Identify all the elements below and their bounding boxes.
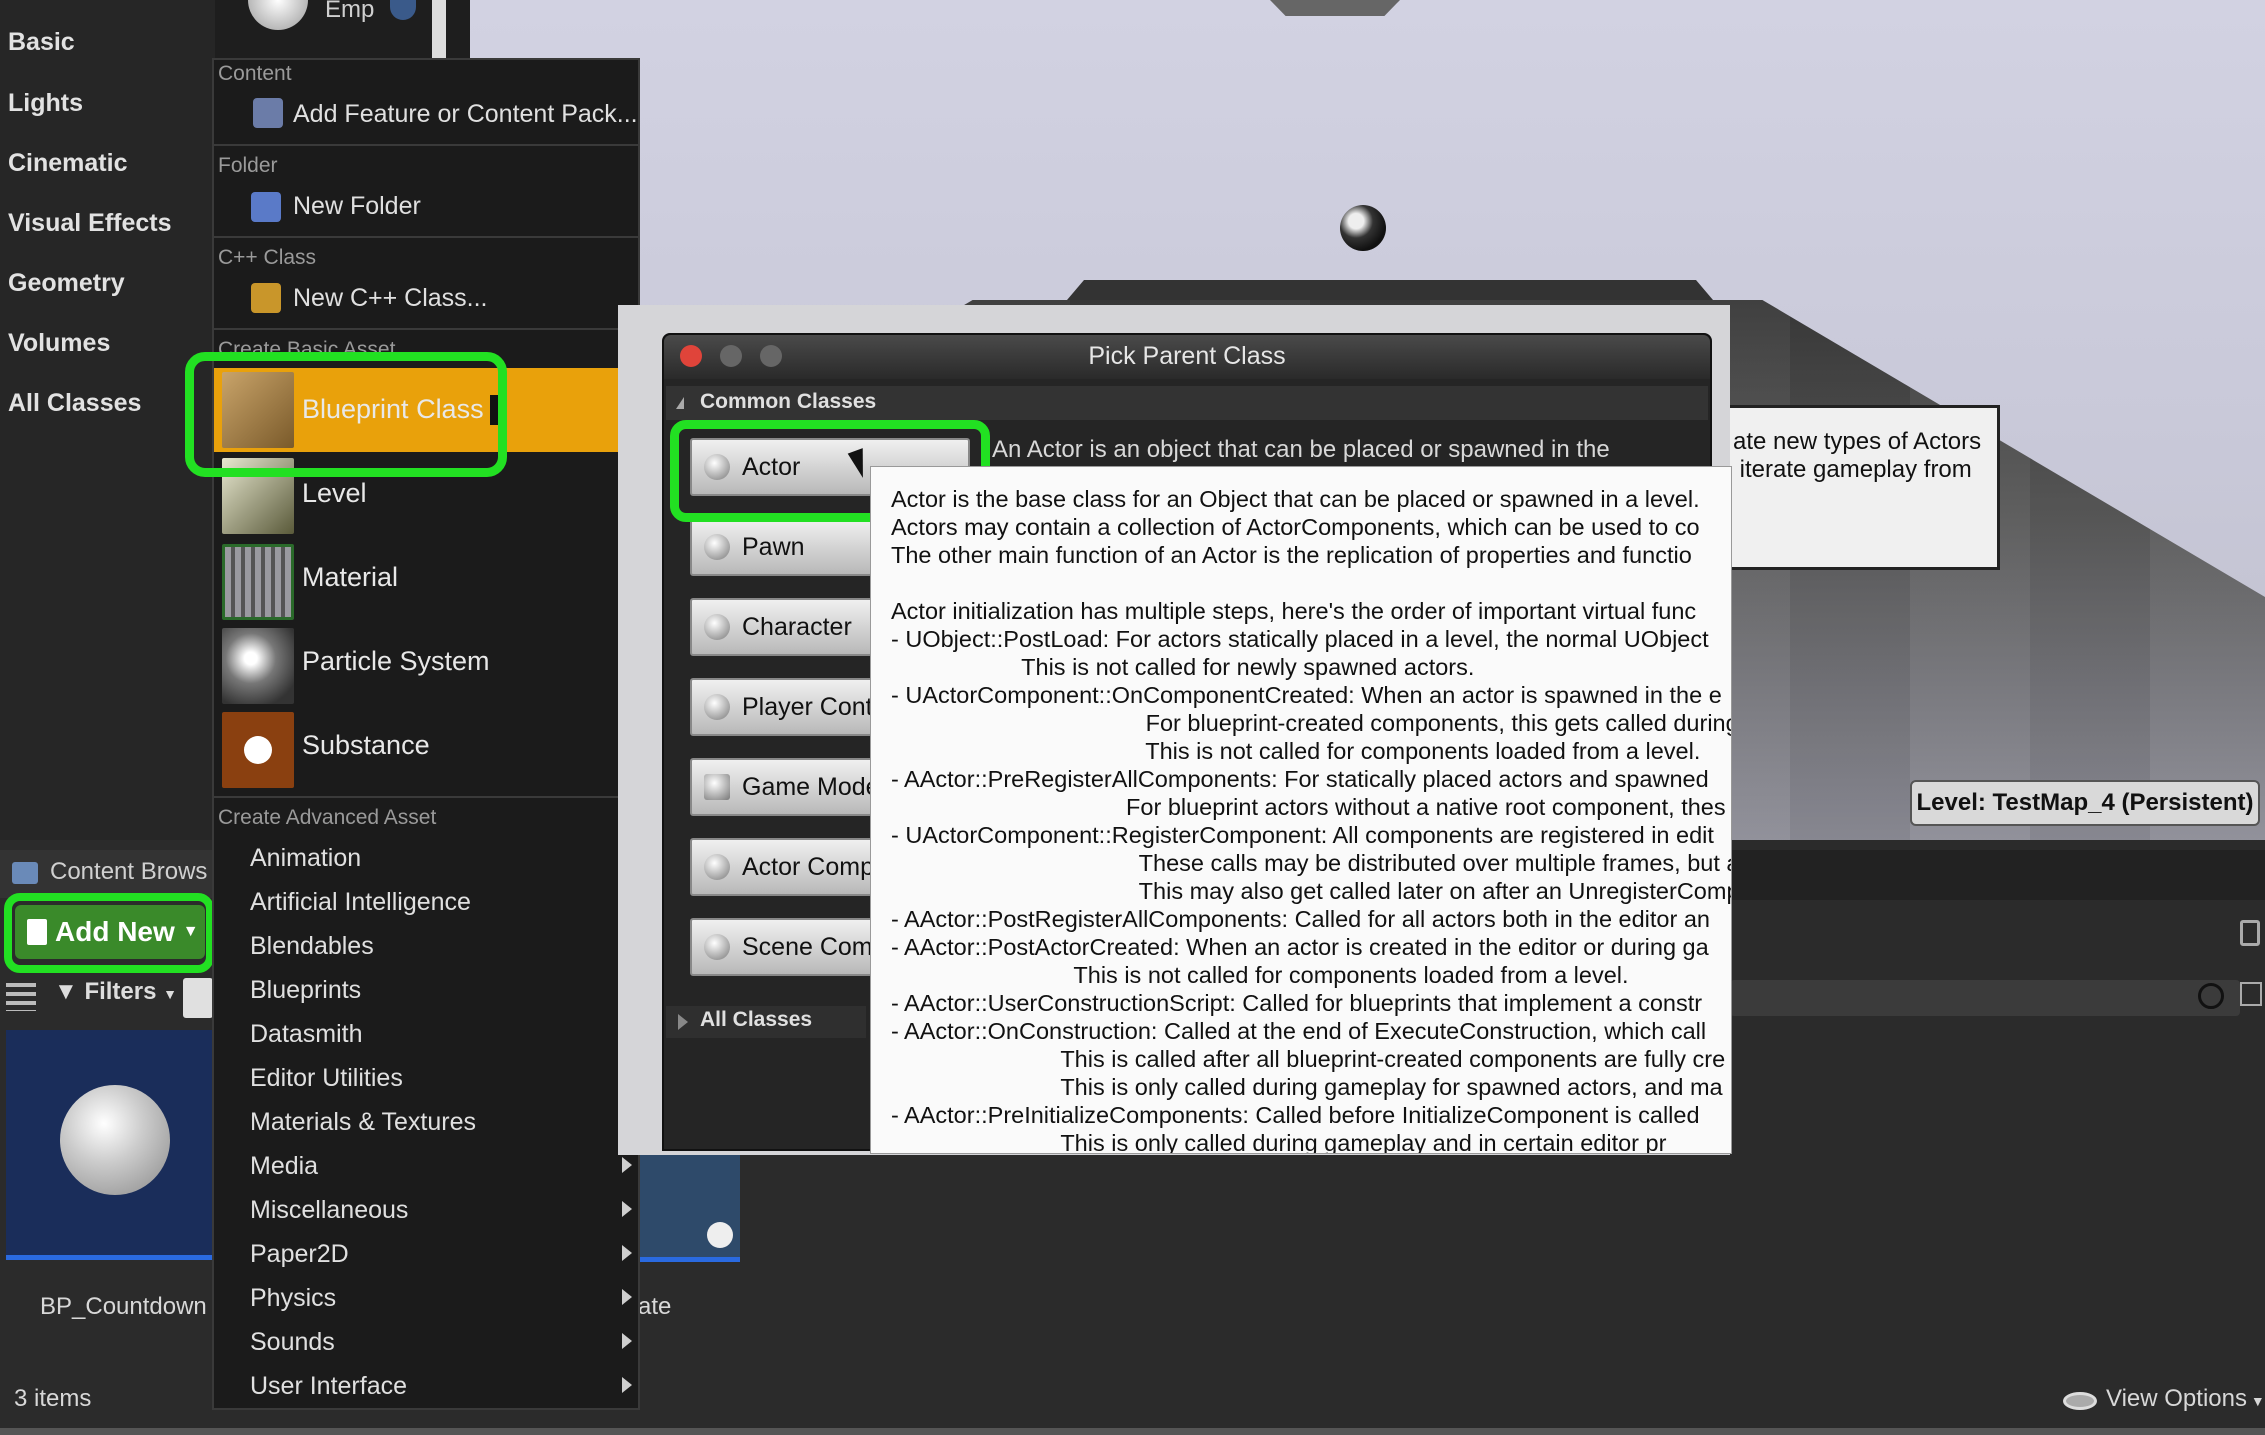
character-icon <box>704 614 730 640</box>
menu-section-folder: Folder <box>218 154 278 177</box>
menu-item-user-interface[interactable]: User Interface <box>250 1372 407 1401</box>
menu-item-blueprints[interactable]: Blueprints <box>250 976 361 1005</box>
category-basic[interactable]: Basic <box>8 28 75 57</box>
player-controller-icon <box>704 694 730 720</box>
list-view-icon[interactable] <box>6 983 36 1011</box>
menu-item-physics[interactable]: Physics <box>250 1284 336 1313</box>
expand-triangle-icon <box>676 397 684 409</box>
chevron-right-icon <box>622 1377 632 1393</box>
particle-system-icon <box>222 628 294 704</box>
menu-item-datasmith[interactable]: Datasmith <box>250 1020 363 1049</box>
category-cinematic[interactable]: Cinematic <box>8 149 127 178</box>
view-options-label: View Options <box>2106 1385 2247 1412</box>
content-pack-icon <box>253 98 283 128</box>
chevron-right-icon <box>622 1289 632 1305</box>
menu-section-cpp: C++ Class <box>218 246 317 269</box>
menu-separator <box>214 144 638 146</box>
level-name-badge: Level: TestMap_4 (Persistent) <box>1910 780 2260 826</box>
panel-divider[interactable] <box>432 0 446 60</box>
chevron-down-icon: ▼ <box>2246 1393 2265 1409</box>
actor-description: An Actor is an object that can be placed… <box>992 436 1610 463</box>
sphere-thumbnail-icon <box>60 1085 170 1195</box>
menu-item-add-feature[interactable]: Add Feature or Content Pack... <box>293 100 638 129</box>
asset-label: ate <box>638 1293 672 1320</box>
filter-icon: ▼ <box>54 978 78 1005</box>
expand-triangle-icon <box>678 1014 688 1030</box>
chevron-down-icon: ▼ <box>163 986 177 1002</box>
menu-item-animation[interactable]: Animation <box>250 844 361 873</box>
menu-item-media[interactable]: Media <box>250 1152 318 1181</box>
category-visual-effects[interactable]: Visual Effects <box>8 209 172 238</box>
category-geometry[interactable]: Geometry <box>8 269 125 298</box>
menu-section-content: Content <box>218 62 292 85</box>
asset-search-input[interactable] <box>1730 980 2240 1016</box>
items-count: 3 items <box>14 1385 92 1412</box>
category-all-classes[interactable]: All Classes <box>8 389 141 418</box>
menu-item-new-folder[interactable]: New Folder <box>293 192 421 221</box>
viewport-sphere-actor[interactable] <box>1340 205 1386 251</box>
menu-item-sounds[interactable]: Sounds <box>250 1328 335 1357</box>
menu-separator <box>214 236 638 238</box>
actor-class-tooltip-text: Actor is the base class for an Object th… <box>891 486 1732 1154</box>
content-browser-toolbar <box>1730 850 2265 900</box>
place-item-label: Emp <box>325 0 375 23</box>
menu-separator <box>214 328 638 330</box>
chevron-right-icon <box>622 1245 632 1261</box>
menu-item-particle-system[interactable]: Particle System <box>302 646 490 677</box>
menu-item-materials-textures[interactable]: Materials & Textures <box>250 1108 476 1137</box>
chevron-right-icon <box>622 1201 632 1217</box>
chevron-right-icon <box>622 1157 632 1173</box>
lock-icon[interactable] <box>2240 920 2260 946</box>
add-new-highlight-outline <box>4 893 214 973</box>
status-bar-line <box>0 1428 2265 1435</box>
pawn-icon <box>704 534 730 560</box>
common-classes-label: Common Classes <box>700 390 877 413</box>
menu-separator <box>214 796 638 798</box>
menu-section-advanced-asset: Create Advanced Asset <box>218 806 437 829</box>
cpp-class-icon <box>251 283 281 313</box>
search-icon[interactable] <box>2198 983 2224 1009</box>
menu-item-miscellaneous[interactable]: Miscellaneous <box>250 1196 408 1225</box>
category-lights[interactable]: Lights <box>8 89 83 118</box>
filters-label: Filters <box>84 978 157 1005</box>
view-options-button[interactable]: View Options ▼ <box>2062 1385 2265 1413</box>
menu-item-blendables[interactable]: Blendables <box>250 932 374 961</box>
menu-item-substance[interactable]: Substance <box>302 730 430 761</box>
substance-icon <box>222 712 294 788</box>
actor-component-icon <box>704 854 730 880</box>
content-browser-icon <box>12 862 38 884</box>
game-mode-icon <box>704 774 730 800</box>
menu-item-editor-utilities[interactable]: Editor Utilities <box>250 1064 403 1093</box>
new-folder-icon <box>251 192 281 222</box>
asset-label: BP_Countdown <box>40 1293 207 1320</box>
search-input[interactable] <box>183 978 213 1018</box>
filters-button[interactable]: ▼ Filters ▼ <box>54 978 177 1006</box>
category-volumes[interactable]: Volumes <box>8 329 110 358</box>
dialog-title: Pick Parent Class <box>1088 342 1286 370</box>
material-icon <box>222 544 294 620</box>
place-mode-categories: Basic Lights Cinematic Visual Effects Ge… <box>0 0 215 840</box>
blueprint-class-highlight-outline <box>185 352 507 477</box>
chevron-right-icon <box>622 1333 632 1349</box>
actor-class-tooltip: Actor is the base class for an Object th… <box>870 466 1732 1154</box>
menu-item-level[interactable]: Level <box>302 478 367 509</box>
text-cursor-icon <box>490 395 498 425</box>
sphere-thumbnail-icon <box>707 1222 733 1248</box>
blueprint-class-tooltip: ate new types of Actors iterate gameplay… <box>1710 405 2000 570</box>
menu-item-paper2d[interactable]: Paper2D <box>250 1240 349 1269</box>
viewport-object-top <box>1270 0 1400 16</box>
all-classes-label: All Classes <box>700 1008 813 1031</box>
save-icon[interactable] <box>2240 982 2262 1006</box>
menu-item-new-cpp-class[interactable]: New C++ Class... <box>293 284 488 313</box>
menu-item-material[interactable]: Material <box>302 562 398 593</box>
menu-item-artificial-intelligence[interactable]: Artificial Intelligence <box>250 888 471 917</box>
scene-component-icon <box>704 934 730 960</box>
content-browser-title: Content Brows <box>50 858 208 885</box>
